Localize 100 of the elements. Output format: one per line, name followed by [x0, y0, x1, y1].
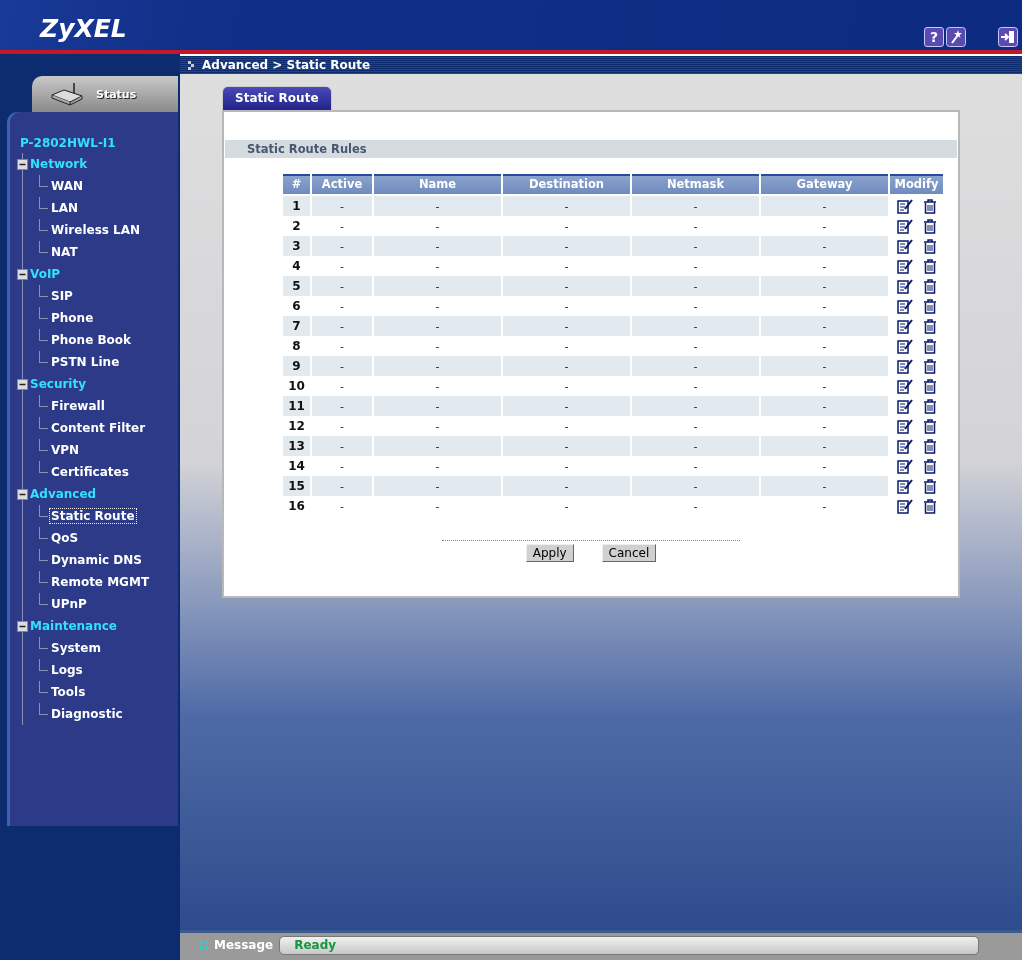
table-cell: -: [503, 236, 630, 256]
menu-item[interactable]: UPnP: [49, 596, 89, 612]
collapse-icon[interactable]: [17, 620, 28, 632]
menu-group[interactable]: Network: [30, 157, 88, 171]
edit-icon[interactable]: [896, 458, 913, 474]
menu-item[interactable]: VPN: [49, 442, 82, 458]
menu-item[interactable]: Logs: [49, 662, 85, 678]
table-cell: 7: [283, 316, 310, 336]
menu-item[interactable]: Remote MGMT: [49, 574, 152, 590]
table-cell: -: [374, 436, 501, 456]
table-cell-text: -: [339, 258, 345, 275]
edit-icon[interactable]: [896, 438, 913, 454]
table-cell: -: [632, 196, 759, 216]
table-cell-text: -: [821, 338, 828, 355]
edit-icon[interactable]: [896, 298, 913, 314]
trash-icon[interactable]: [922, 198, 937, 214]
table-cell-text: 8: [291, 338, 302, 355]
trash-icon[interactable]: [922, 478, 937, 494]
edit-icon[interactable]: [896, 198, 913, 214]
trash-icon[interactable]: [922, 358, 937, 374]
trash-icon[interactable]: [922, 218, 937, 234]
menu-item[interactable]: Phone Book: [49, 332, 134, 348]
edit-icon[interactable]: [896, 398, 913, 414]
table-cell: -: [374, 196, 501, 216]
menu-group[interactable]: Advanced: [30, 487, 97, 501]
table-cell-text: -: [563, 458, 570, 475]
trash-icon[interactable]: [922, 298, 937, 314]
table-cell-text: -: [563, 298, 570, 315]
table-cell-text: -: [434, 338, 441, 355]
menu-item[interactable]: Certificates: [49, 464, 131, 480]
menu-item[interactable]: WAN: [49, 178, 86, 194]
table-cell-text: 12: [287, 418, 306, 435]
table-cell: -: [374, 236, 501, 256]
edit-icon[interactable]: [896, 218, 913, 234]
trash-icon[interactable]: [922, 498, 937, 514]
menu-group[interactable]: Security: [30, 377, 87, 391]
trash-icon[interactable]: [922, 378, 937, 394]
table-cell: -: [374, 396, 501, 416]
trash-icon[interactable]: [922, 318, 937, 334]
trash-icon[interactable]: [922, 438, 937, 454]
edit-icon[interactable]: [896, 278, 913, 294]
menu-item[interactable]: Firewall: [49, 398, 107, 414]
trash-icon[interactable]: [922, 398, 937, 414]
edit-icon[interactable]: [896, 318, 913, 334]
table-cell-text: -: [339, 298, 345, 315]
table-cell-text: -: [339, 458, 345, 475]
menu-item[interactable]: LAN: [49, 200, 80, 216]
edit-icon[interactable]: [896, 338, 913, 354]
collapse-icon[interactable]: [17, 378, 28, 390]
menu-item[interactable]: QoS: [49, 530, 81, 546]
collapse-icon[interactable]: [17, 158, 28, 170]
table-cell: -: [312, 476, 372, 496]
trash-icon[interactable]: [922, 338, 937, 354]
menu-item[interactable]: Tools: [49, 684, 88, 700]
tab[interactable]: Static Route: [222, 86, 332, 110]
trash-icon[interactable]: [922, 278, 937, 294]
form-button[interactable]: Apply: [525, 544, 574, 562]
logout-icon[interactable]: [998, 27, 1018, 47]
table-cell: -: [503, 196, 630, 216]
table-cell-text: -: [339, 378, 345, 395]
edit-icon[interactable]: [896, 358, 913, 374]
menu-item[interactable]: Static Route: [49, 508, 137, 524]
table-cell: 13: [283, 436, 310, 456]
collapse-icon[interactable]: [17, 268, 28, 280]
menu-item[interactable]: Dynamic DNS: [49, 552, 144, 568]
edit-icon[interactable]: [896, 418, 913, 434]
menu-group[interactable]: Maintenance: [30, 619, 117, 633]
edit-icon[interactable]: [896, 238, 913, 254]
menu-item[interactable]: Content Filter: [49, 420, 148, 436]
menu-item[interactable]: NAT: [49, 244, 80, 260]
table-cell: -: [312, 396, 372, 416]
logo: ZyXEL: [40, 14, 127, 43]
column-header: Gateway: [761, 174, 888, 196]
edit-icon[interactable]: [896, 478, 913, 494]
column-header: Active: [312, 174, 372, 196]
collapse-icon[interactable]: [17, 488, 28, 500]
menu-group[interactable]: VoIP: [30, 267, 61, 281]
wand-icon[interactable]: [946, 27, 966, 47]
trash-icon[interactable]: [922, 258, 937, 274]
trash-icon[interactable]: [922, 238, 937, 254]
trash-icon[interactable]: [922, 458, 937, 474]
help-button[interactable]: ?: [924, 27, 944, 47]
form-button[interactable]: Cancel: [601, 544, 657, 562]
status-label: Message: [214, 938, 274, 952]
trash-icon[interactable]: [922, 418, 937, 434]
menu-item[interactable]: PSTN Line: [49, 354, 122, 370]
table-cell: -: [312, 316, 372, 336]
device-model: P-2802HWL-I1: [19, 136, 117, 150]
edit-icon[interactable]: [896, 258, 913, 274]
menu-item[interactable]: Diagnostic: [49, 706, 125, 722]
column-header: Modify: [890, 174, 943, 196]
menu-item[interactable]: Phone: [49, 310, 96, 326]
table-cell-text: -: [692, 218, 699, 235]
edit-icon[interactable]: [896, 378, 913, 394]
menu-item[interactable]: Wireless LAN: [49, 222, 143, 238]
breadcrumb: Advanced > Static Route: [202, 58, 371, 72]
edit-icon[interactable]: [896, 498, 913, 514]
table-cell-text: -: [434, 218, 441, 235]
menu-item[interactable]: SIP: [49, 288, 75, 304]
menu-item[interactable]: System: [49, 640, 103, 656]
